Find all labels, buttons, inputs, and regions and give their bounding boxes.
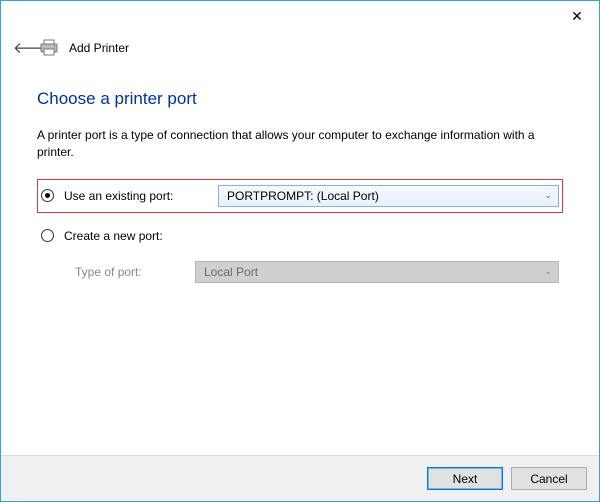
radio-create-new[interactable] <box>41 229 54 242</box>
header-row: 🡐 Add Printer <box>1 31 599 61</box>
printer-icon <box>39 39 59 57</box>
next-button[interactable]: Next <box>427 467 503 490</box>
add-printer-wizard-window: ✕ 🡐 Add Printer Choose a printer port A … <box>0 0 600 502</box>
port-type-label: Type of port: <box>41 265 191 279</box>
content-area: Choose a printer port A printer port is … <box>1 61 599 455</box>
page-description: A printer port is a type of connection t… <box>37 127 563 161</box>
radio-create-new-label: Create a new port: <box>64 229 214 243</box>
page-heading: Choose a printer port <box>37 89 563 109</box>
back-button[interactable]: 🡐 <box>13 41 29 56</box>
option-create-new-port[interactable]: Create a new port: <box>37 223 563 249</box>
wizard-title: Add Printer <box>69 41 129 55</box>
close-icon: ✕ <box>571 8 583 25</box>
footer: Next Cancel <box>1 455 599 501</box>
titlebar: ✕ <box>1 1 599 31</box>
chevron-down-icon: ⌄ <box>544 266 552 277</box>
port-type-row: Type of port: Local Port ⌄ <box>37 255 563 289</box>
chevron-down-icon: ⌄ <box>544 190 552 201</box>
port-type-dropdown: Local Port ⌄ <box>195 261 559 283</box>
radio-use-existing[interactable] <box>41 189 54 202</box>
port-type-selected: Local Port <box>204 265 258 279</box>
option-use-existing-port[interactable]: Use an existing port: PORTPROMPT: (Local… <box>37 179 563 213</box>
close-button[interactable]: ✕ <box>555 1 599 31</box>
radio-use-existing-label: Use an existing port: <box>64 189 214 203</box>
cancel-button[interactable]: Cancel <box>511 467 587 490</box>
existing-port-dropdown[interactable]: PORTPROMPT: (Local Port) ⌄ <box>218 185 559 207</box>
existing-port-selected: PORTPROMPT: (Local Port) <box>227 189 379 203</box>
